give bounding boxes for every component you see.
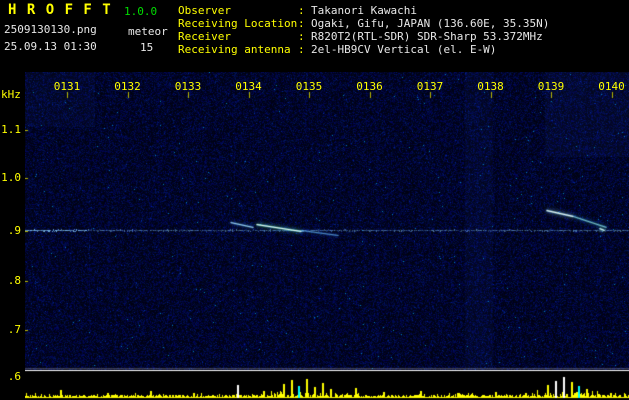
time-tick-0139: 0139 <box>537 80 565 93</box>
info-row-location: Receiving Location: Ogaki, Gifu, JAPAN (1… <box>178 17 549 30</box>
time-tick-0138: 0138 <box>477 80 504 93</box>
output-filename: 2509130130.png <box>4 23 97 36</box>
y-axis-unit-label: kHz <box>1 88 21 101</box>
freq-tick-.7: .7 <box>7 323 21 336</box>
time-tick-0137: 0137 <box>416 80 444 93</box>
echo-count: 15 <box>140 41 154 54</box>
info-label-antenna: Receiving antenna <box>178 43 291 56</box>
freq-tick-1.1: 1.1 <box>1 123 21 136</box>
freq-tick-.8: .8 <box>7 274 21 287</box>
info-separator: : <box>298 30 305 43</box>
freq-tick-.6: .6 <box>7 370 21 383</box>
info-value-location: Ogaki, Gifu, JAPAN (136.60E, 35.35N) <box>311 17 550 30</box>
freq-tick-1.0: 1.0 <box>1 171 21 184</box>
info-row-observer: Observer: Takanori Kawachi <box>178 4 549 17</box>
info-row-antenna: Receiving antenna:2el-HB9CV Vertical (el… <box>178 43 549 56</box>
info-label-receiver: Receiver <box>178 30 231 43</box>
info-separator: : <box>298 43 305 56</box>
info-label-location: Receiving Location <box>178 17 298 30</box>
mode-label: meteor <box>128 25 168 38</box>
info-value-observer: Takanori Kawachi <box>311 4 417 17</box>
info-value-antenna: 2el-HB9CV Vertical (el. E-W) <box>311 43 497 56</box>
time-tick-0140: 0140 <box>598 80 625 93</box>
time-tick-0135: 0135 <box>295 80 323 93</box>
info-separator: : <box>298 17 305 30</box>
time-tick-0133: 0133 <box>174 80 202 93</box>
time-tick-0132: 0132 <box>114 80 141 93</box>
record-datetime: 25.09.13 01:30 <box>4 40 97 53</box>
time-tick-0134: 0134 <box>235 80 262 93</box>
spectrogram-canvas <box>25 72 629 400</box>
time-tick-0131: 0131 <box>53 80 81 93</box>
info-separator: : <box>298 4 305 17</box>
info-label-observer: Observer <box>178 4 231 17</box>
info-value-receiver: R820T2(RTL-SDR) SDR-Sharp 53.372MHz <box>311 30 543 43</box>
hrofft-window: H R O F F T 1.0.0 2509130130.png meteor … <box>0 0 629 400</box>
app-title: H R O F F T <box>8 2 112 18</box>
app-version: 1.0.0 <box>124 5 158 18</box>
info-row-receiver: Receiver: R820T2(RTL-SDR) SDR-Sharp 53.37… <box>178 30 549 43</box>
time-tick-0136: 0136 <box>356 80 383 93</box>
freq-tick-.9: .9 <box>7 224 21 237</box>
station-info: Observer: Takanori Kawachi Receiving Loca… <box>178 4 549 56</box>
